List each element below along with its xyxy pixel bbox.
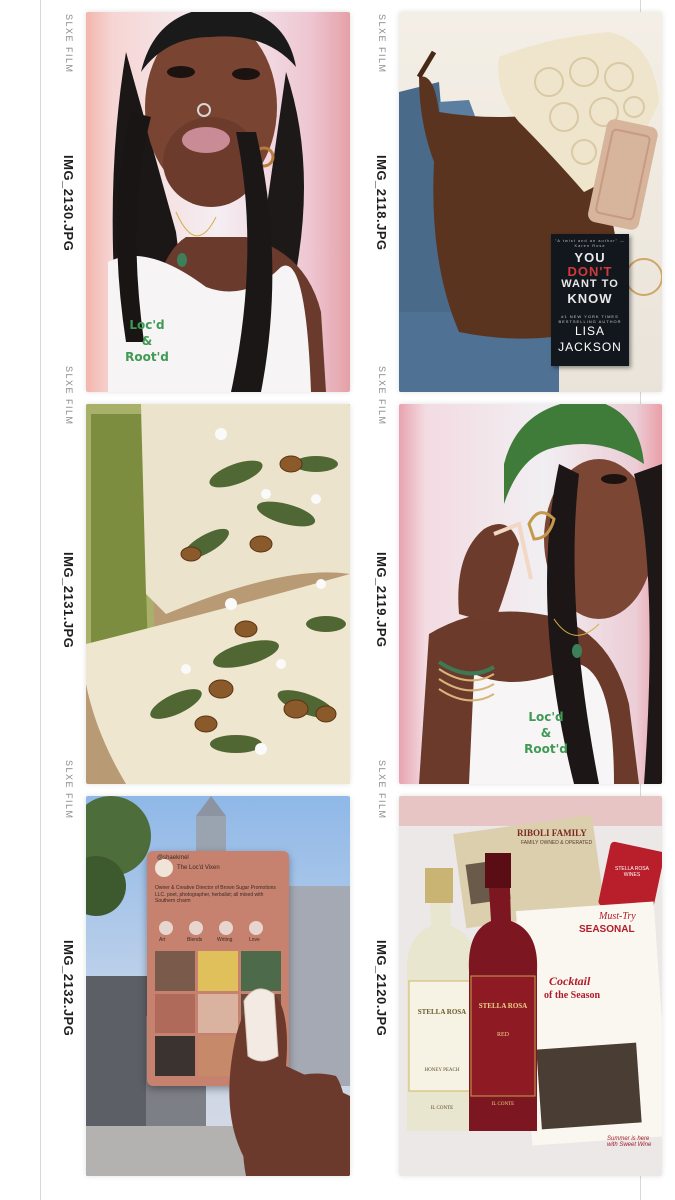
photo-frame-img-2130[interactable]: Loc'd & Root'd [86, 12, 350, 392]
film-brand-5: SLXE FILM [64, 760, 74, 820]
magazine-cocktail: Cocktail [549, 974, 591, 988]
card-name: The Loc'd Vixen [177, 865, 220, 871]
magazine-summer: Summer is here with Sweet Wine [607, 1136, 652, 1148]
film-brand-2: SLXE FILM [377, 14, 387, 74]
film-brand-1: SLXE FILM [64, 14, 74, 74]
card-highlights: Art Blends Writing Love [155, 921, 281, 947]
bottle2-maker: IL CONTE [491, 1102, 515, 1107]
photo-frame-img-2131[interactable] [86, 404, 350, 784]
magazine-seasonal: SEASONAL [579, 924, 635, 935]
bottle1-flavor: HONEY PEACH [424, 1068, 460, 1073]
hand-holding-card [229, 988, 350, 1176]
magazine-must-try: Must-Try [599, 911, 636, 922]
stella-card-text: STELLA ROSA WINES [615, 866, 649, 878]
film-brand-4: SLXE FILM [377, 366, 387, 426]
photo-frame-img-2118[interactable]: "A twist and an author" —Karen Rose YOU … [399, 12, 662, 392]
frame-label-img-2118: IMG_2118.JPG [374, 155, 389, 251]
film-brand-6: SLXE FILM [377, 760, 387, 820]
frame-label-img-2130: IMG_2130.JPG [61, 155, 76, 252]
book-cover: "A twist and an author" —Karen Rose YOU … [551, 234, 629, 366]
film-brand-3: SLXE FILM [64, 366, 74, 426]
avatar [155, 859, 173, 877]
frame-label-img-2120: IMG_2120.JPG [374, 940, 389, 1037]
magazine-season: of the Season [544, 990, 601, 1001]
bottle1-brand: STELLA ROSA [417, 1008, 467, 1016]
card-bio: Owner & Creative Director of Brown Sugar… [155, 885, 276, 904]
photo-frame-img-2120[interactable]: RIBOLI FAMILY FAMILY OWNED & OPERATED ST… [399, 796, 662, 1176]
riboli-title: RIBOLI FAMILY [517, 828, 587, 838]
pizza-photo [86, 404, 350, 784]
frame-label-img-2132: IMG_2132.JPG [61, 940, 76, 1037]
bottle2-brand: STELLA ROSA [478, 1002, 528, 1010]
sheet-left-edge [40, 0, 41, 1200]
photo-frame-img-2132[interactable]: @shaekmel The Loc'd Vixen Owner & Creati… [86, 796, 350, 1176]
bottle2-flavor: RED [497, 1032, 509, 1038]
frame-label-img-2131: IMG_2131.JPG [61, 552, 76, 649]
card-handle: @shaekmel [157, 855, 189, 861]
shirt-print-2: Loc'd & Root'd [524, 710, 568, 757]
shirt-print: Loc'd & Root'd [125, 318, 169, 365]
photo-frame-img-2119[interactable]: Loc'd & Root'd [399, 404, 662, 784]
riboli-subtitle: FAMILY OWNED & OPERATED [521, 840, 593, 846]
frame-label-img-2119: IMG_2119.JPG [374, 552, 389, 648]
wine-photo [399, 796, 662, 1176]
bottle1-maker: IL CONTE [430, 1106, 454, 1111]
